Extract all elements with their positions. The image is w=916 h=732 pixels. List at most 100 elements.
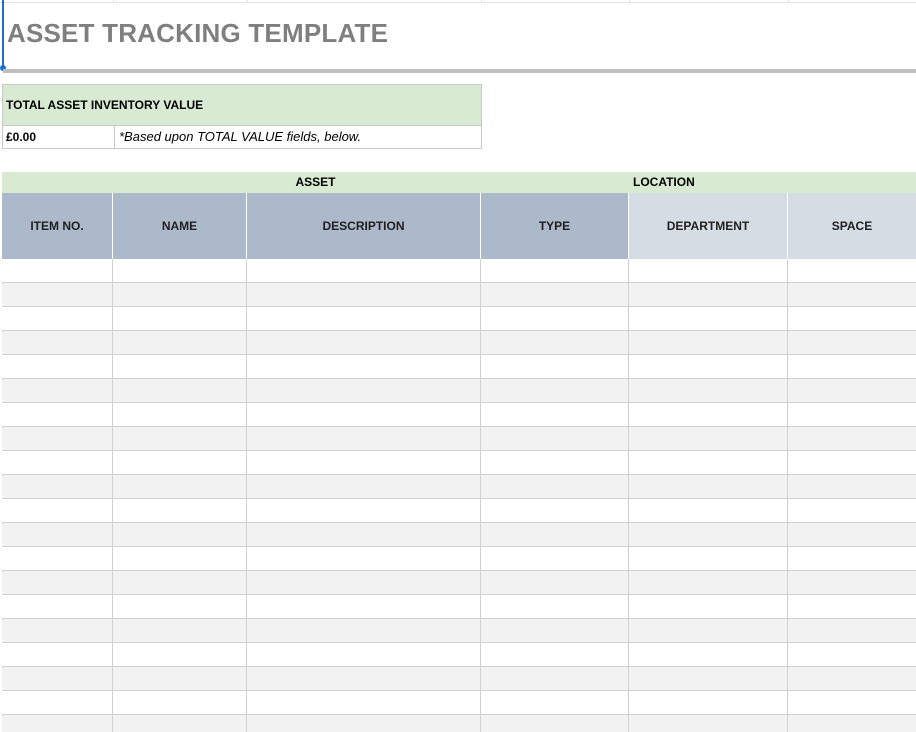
description-cell[interactable]: [247, 403, 481, 427]
description-cell[interactable]: [247, 499, 481, 523]
item-no-cell[interactable]: [2, 403, 113, 427]
space-cell[interactable]: [788, 379, 916, 403]
description-cell[interactable]: [247, 259, 481, 283]
space-cell[interactable]: [788, 667, 916, 691]
item-no-cell[interactable]: [2, 475, 113, 499]
description-cell[interactable]: [247, 595, 481, 619]
space-cell[interactable]: [788, 595, 916, 619]
department-cell[interactable]: [629, 403, 788, 427]
name-cell[interactable]: [113, 427, 247, 451]
name-cell[interactable]: [113, 307, 247, 331]
department-cell[interactable]: [629, 283, 788, 307]
name-cell[interactable]: [113, 283, 247, 307]
column-header-type[interactable]: TYPE: [481, 193, 629, 259]
department-cell[interactable]: [629, 643, 788, 667]
space-cell[interactable]: [788, 547, 916, 571]
type-cell[interactable]: [481, 667, 629, 691]
department-cell[interactable]: [629, 307, 788, 331]
department-cell[interactable]: [629, 427, 788, 451]
type-cell[interactable]: [481, 475, 629, 499]
name-cell[interactable]: [113, 499, 247, 523]
space-cell[interactable]: [788, 331, 916, 355]
name-cell[interactable]: [113, 643, 247, 667]
item-no-cell[interactable]: [2, 595, 113, 619]
description-cell[interactable]: [247, 667, 481, 691]
description-cell[interactable]: [247, 307, 481, 331]
summary-value-cell[interactable]: £0.00: [3, 125, 115, 148]
space-cell[interactable]: [788, 403, 916, 427]
summary-label[interactable]: TOTAL ASSET INVENTORY VALUE: [3, 85, 481, 125]
item-no-cell[interactable]: [2, 355, 113, 379]
description-cell[interactable]: [247, 379, 481, 403]
name-cell[interactable]: [113, 331, 247, 355]
department-cell[interactable]: [629, 451, 788, 475]
name-cell[interactable]: [113, 691, 247, 715]
description-cell[interactable]: [247, 451, 481, 475]
department-cell[interactable]: [629, 667, 788, 691]
type-cell[interactable]: [481, 619, 629, 643]
item-no-cell[interactable]: [2, 259, 113, 283]
type-cell[interactable]: [481, 523, 629, 547]
name-cell[interactable]: [113, 451, 247, 475]
department-cell[interactable]: [629, 571, 788, 595]
type-cell[interactable]: [481, 307, 629, 331]
space-cell[interactable]: [788, 307, 916, 331]
name-cell[interactable]: [113, 619, 247, 643]
item-no-cell[interactable]: [2, 283, 113, 307]
description-cell[interactable]: [247, 475, 481, 499]
description-cell[interactable]: [247, 619, 481, 643]
type-cell[interactable]: [481, 379, 629, 403]
item-no-cell[interactable]: [2, 691, 113, 715]
description-cell[interactable]: [247, 523, 481, 547]
department-cell[interactable]: [629, 547, 788, 571]
item-no-cell[interactable]: [2, 547, 113, 571]
type-cell[interactable]: [481, 547, 629, 571]
column-header-department[interactable]: DEPARTMENT: [629, 193, 788, 259]
department-cell[interactable]: [629, 619, 788, 643]
name-cell[interactable]: [113, 259, 247, 283]
space-cell[interactable]: [788, 427, 916, 451]
space-cell[interactable]: [788, 355, 916, 379]
name-cell[interactable]: [113, 355, 247, 379]
name-cell[interactable]: [113, 595, 247, 619]
description-cell[interactable]: [247, 571, 481, 595]
department-cell[interactable]: [629, 523, 788, 547]
column-header-space[interactable]: SPACE: [788, 193, 916, 259]
department-cell[interactable]: [629, 355, 788, 379]
department-cell[interactable]: [629, 499, 788, 523]
item-no-cell[interactable]: [2, 571, 113, 595]
item-no-cell[interactable]: [2, 499, 113, 523]
space-cell[interactable]: [788, 571, 916, 595]
space-cell[interactable]: [788, 259, 916, 283]
department-cell[interactable]: [629, 475, 788, 499]
space-cell[interactable]: [788, 523, 916, 547]
group-header-location[interactable]: LOCATION: [629, 172, 916, 193]
item-no-cell[interactable]: [2, 715, 113, 732]
department-cell[interactable]: [629, 595, 788, 619]
type-cell[interactable]: [481, 331, 629, 355]
type-cell[interactable]: [481, 355, 629, 379]
type-cell[interactable]: [481, 283, 629, 307]
type-cell[interactable]: [481, 715, 629, 732]
space-cell[interactable]: [788, 475, 916, 499]
name-cell[interactable]: [113, 547, 247, 571]
item-no-cell[interactable]: [2, 667, 113, 691]
department-cell[interactable]: [629, 259, 788, 283]
description-cell[interactable]: [247, 427, 481, 451]
type-cell[interactable]: [481, 427, 629, 451]
name-cell[interactable]: [113, 571, 247, 595]
item-no-cell[interactable]: [2, 307, 113, 331]
type-cell[interactable]: [481, 643, 629, 667]
department-cell[interactable]: [629, 331, 788, 355]
space-cell[interactable]: [788, 619, 916, 643]
name-cell[interactable]: [113, 715, 247, 732]
column-header-name[interactable]: NAME: [113, 193, 247, 259]
description-cell[interactable]: [247, 643, 481, 667]
item-no-cell[interactable]: [2, 379, 113, 403]
type-cell[interactable]: [481, 499, 629, 523]
sheet-title[interactable]: ASSET TRACKING TEMPLATE: [7, 18, 388, 49]
item-no-cell[interactable]: [2, 427, 113, 451]
summary-note[interactable]: *Based upon TOTAL VALUE fields, below.: [115, 125, 481, 148]
type-cell[interactable]: [481, 403, 629, 427]
type-cell[interactable]: [481, 595, 629, 619]
